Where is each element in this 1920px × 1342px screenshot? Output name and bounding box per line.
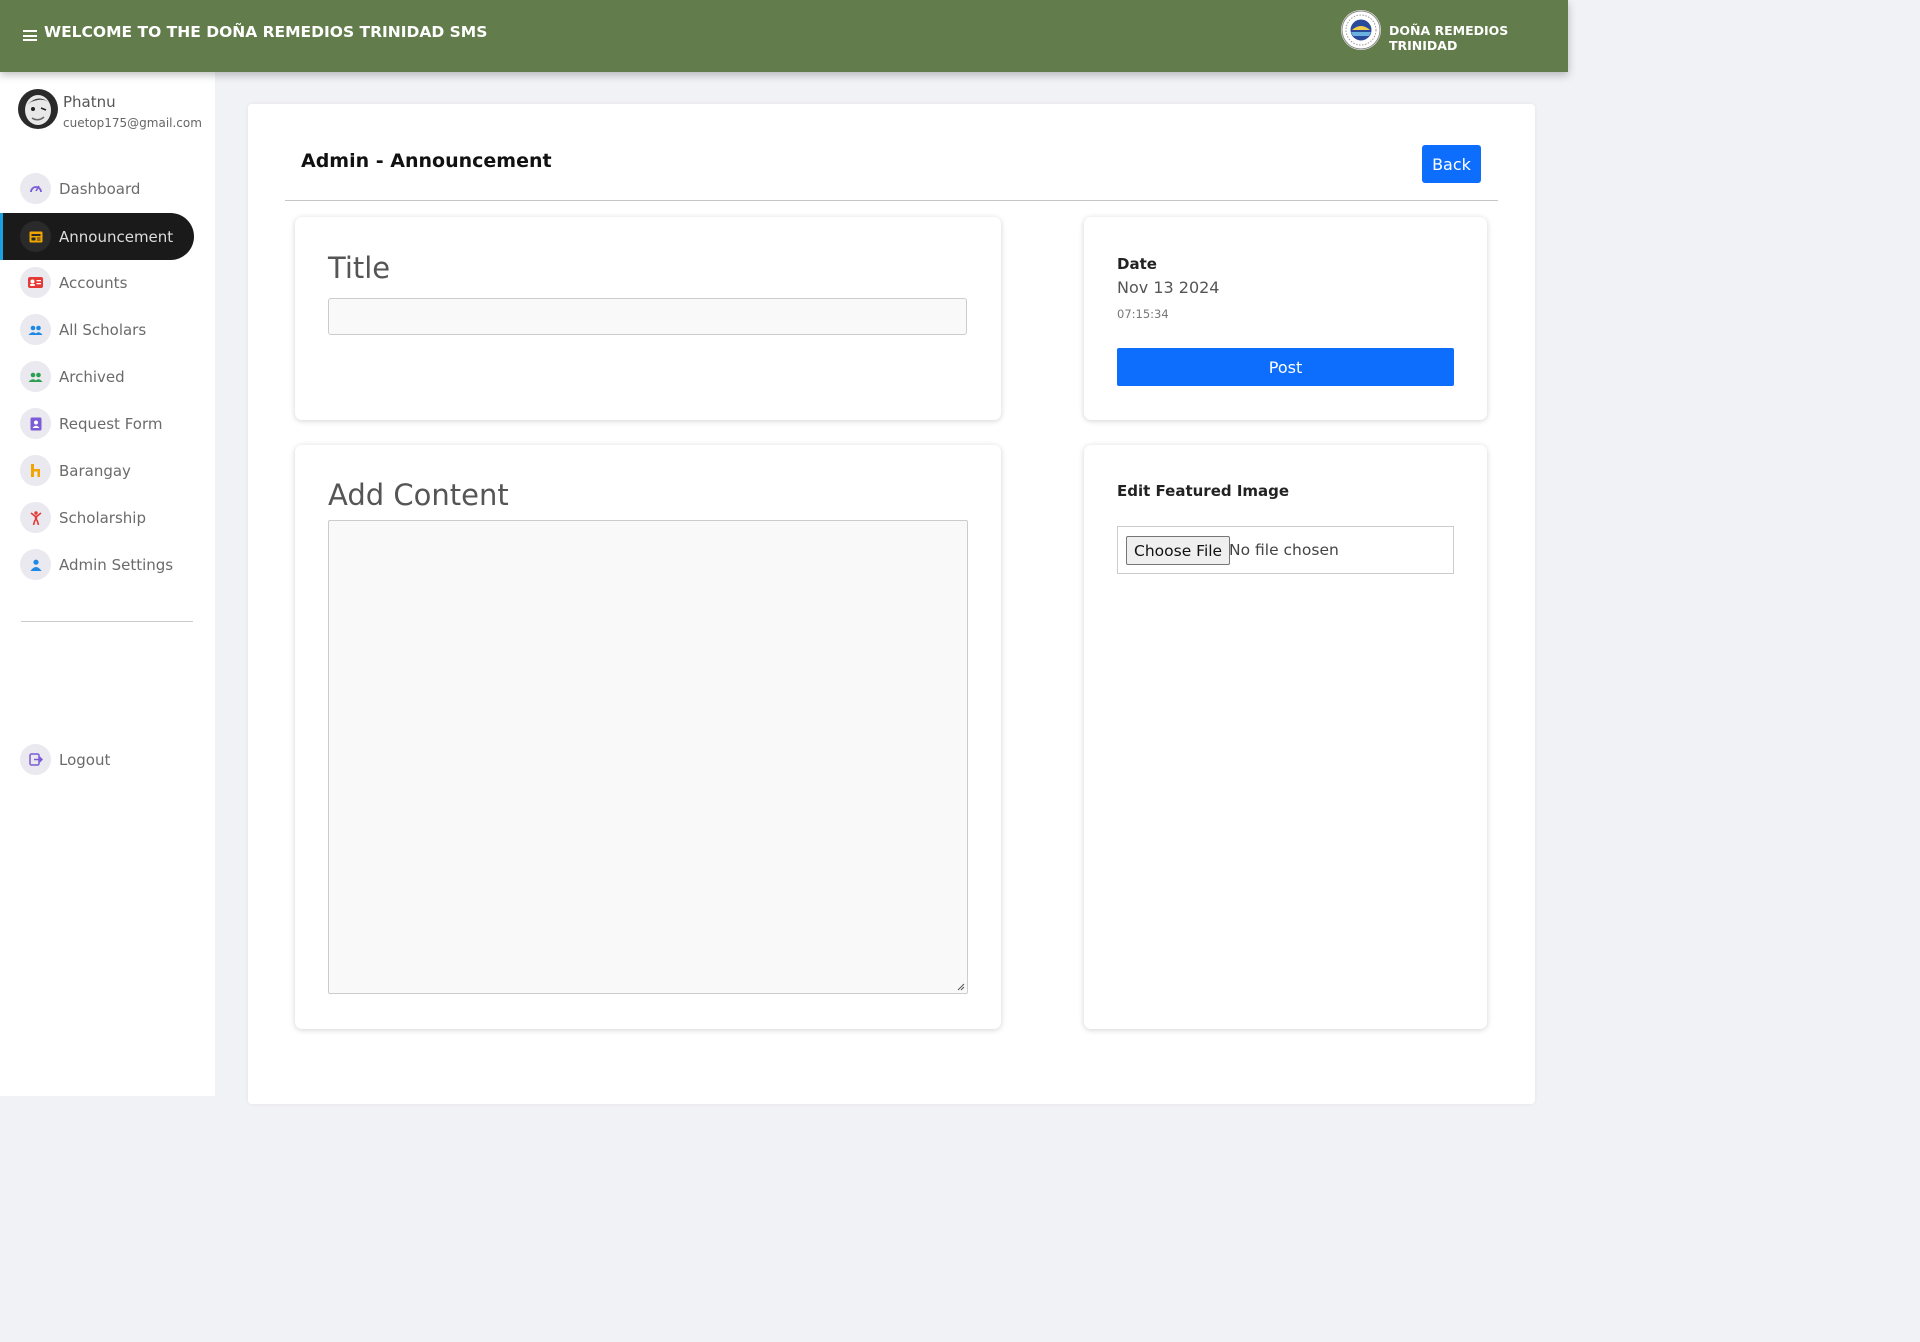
sidebar-item-announcement[interactable]: Announcement <box>0 213 194 260</box>
site-title: WELCOME TO THE DOÑA REMEDIOS TRINIDAD SM… <box>44 23 488 41</box>
content-panel: Add Content <box>295 445 1001 1029</box>
logout-icon <box>20 744 51 775</box>
sidebar-item-scholarship[interactable]: Scholarship <box>0 494 194 541</box>
speedometer-icon <box>20 173 51 204</box>
sidebar-item-label: Dashboard <box>59 179 141 198</box>
featured-image-panel: Edit Featured Image Choose File No file … <box>1084 445 1487 1029</box>
sidebar-item-all-scholars[interactable]: All Scholars <box>0 306 194 353</box>
seal-logo <box>1341 10 1381 50</box>
sidebar-item-admin-settings[interactable]: Admin Settings <box>0 541 194 588</box>
page-title: Admin - Announcement <box>301 150 552 172</box>
brand-name: DOÑA REMEDIOS TRINIDAD <box>1389 23 1509 53</box>
content-label: Add Content <box>328 478 509 512</box>
user-name: Phatnu <box>63 93 116 111</box>
sidebar-item-label: Archived <box>59 367 125 386</box>
sidebar-item-dashboard[interactable]: Dashboard <box>0 165 194 212</box>
resize-grip-icon[interactable] <box>956 982 965 991</box>
title-input[interactable] <box>328 298 967 335</box>
date-value: Nov 13 2024 <box>1117 278 1220 297</box>
contact-book-icon <box>20 408 51 439</box>
main-card: Admin - Announcement Back Title Add Cont… <box>248 104 1535 1104</box>
user-icon <box>20 549 51 580</box>
user-email: cuetop175@gmail.com <box>63 116 202 130</box>
people-icon <box>20 314 51 345</box>
hamburger-menu-icon[interactable] <box>23 30 37 41</box>
top-bar: WELCOME TO THE DOÑA REMEDIOS TRINIDAD SM… <box>0 0 1568 72</box>
sidebar-item-label: Admin Settings <box>59 555 174 574</box>
sidebar-item-label: Request Form <box>59 414 163 433</box>
sidebar-divider <box>21 621 193 622</box>
sidebar-item-label: Announcement <box>59 227 174 246</box>
choose-file-button[interactable]: Choose File <box>1126 536 1231 565</box>
house-icon <box>20 455 51 486</box>
people-icon <box>20 361 51 392</box>
publish-panel: Date Nov 13 2024 07:15:34 Post <box>1084 217 1487 420</box>
post-button[interactable]: Post <box>1117 348 1454 386</box>
sidebar-item-label: All Scholars <box>59 320 147 339</box>
featured-image-label: Edit Featured Image <box>1117 482 1290 500</box>
sidebar: Phatnu cuetop175@gmail.com Dashboard Ann… <box>0 72 215 1096</box>
sidebar-item-archived[interactable]: Archived <box>0 353 194 400</box>
sidebar-item-label: Barangay <box>59 461 131 480</box>
sidebar-item-barangay[interactable]: Barangay <box>0 447 194 494</box>
sidebar-item-label: Scholarship <box>59 508 146 527</box>
newspaper-icon <box>20 221 51 252</box>
avatar[interactable] <box>18 89 58 129</box>
time-value: 07:15:34 <box>1117 307 1169 321</box>
sidebar-item-label: Logout <box>59 750 111 769</box>
date-label: Date <box>1117 255 1157 273</box>
title-panel: Title <box>295 217 1001 420</box>
header-divider <box>285 200 1498 201</box>
file-input[interactable]: Choose File No file chosen <box>1117 526 1454 574</box>
back-button[interactable]: Back <box>1422 145 1481 183</box>
person-icon <box>20 502 51 533</box>
sidebar-item-logout[interactable]: Logout <box>0 736 194 783</box>
id-card-icon <box>20 267 51 298</box>
sidebar-item-request-form[interactable]: Request Form <box>0 400 194 447</box>
sidebar-item-accounts[interactable]: Accounts <box>0 259 194 306</box>
sidebar-item-label: Accounts <box>59 273 128 292</box>
content-textarea[interactable] <box>328 520 968 994</box>
title-label: Title <box>328 251 391 285</box>
file-status: No file chosen <box>1229 541 1339 559</box>
